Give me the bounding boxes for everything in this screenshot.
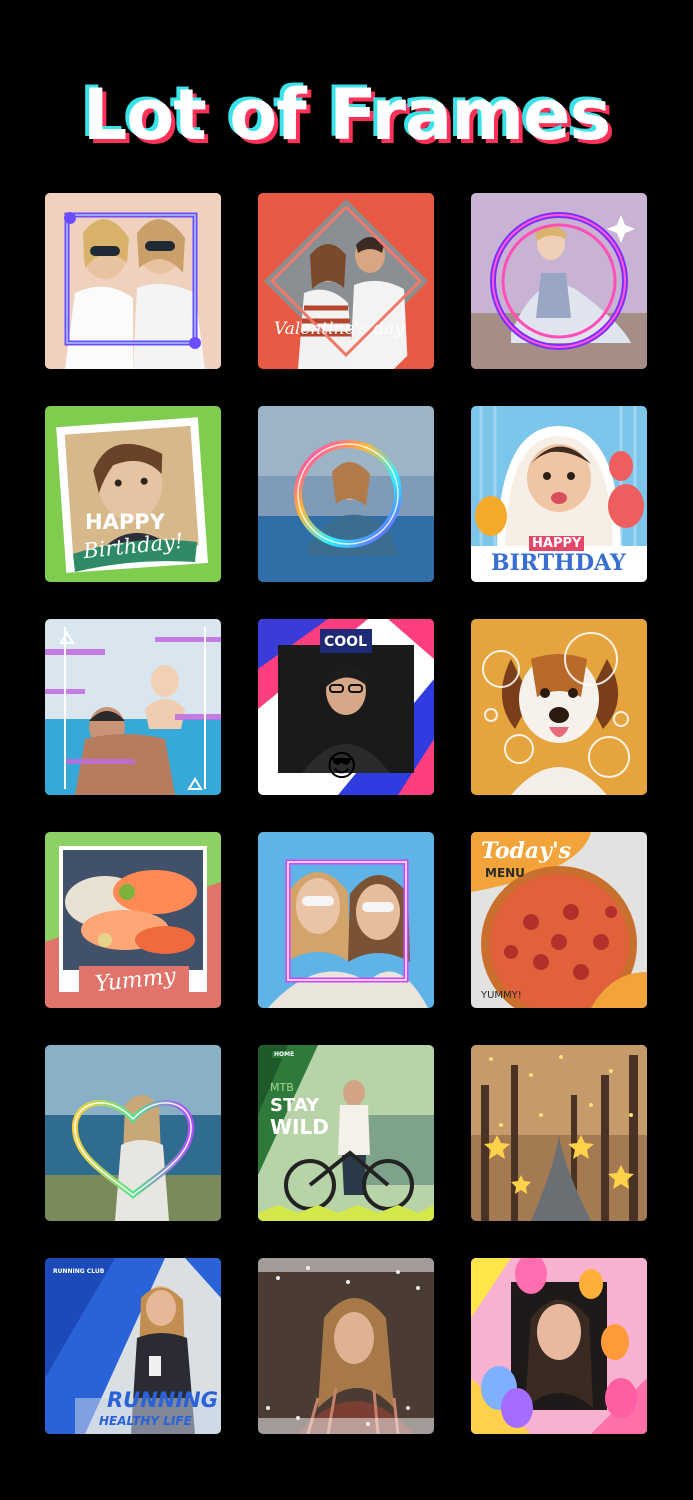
frame-thumb-bubbles[interactable] xyxy=(471,619,647,795)
neon-square-friends-artwork xyxy=(258,832,434,1008)
valentine-artwork xyxy=(258,193,434,369)
frame-thumb-heart-neon[interactable] xyxy=(45,1045,221,1221)
todays-menu-caption-line2: MENU xyxy=(485,866,525,880)
frames-grid: Valentine's day HAPPY Birthday! HAPPY BI… xyxy=(45,193,647,1434)
frame-thumb-glitter[interactable] xyxy=(258,1258,434,1434)
stay-wild-small-caption: HOME xyxy=(272,1051,297,1058)
frame-thumb-square-neon[interactable] xyxy=(45,193,221,369)
frame-thumb-stars-forest[interactable] xyxy=(471,1045,647,1221)
frame-thumb-party-balloons[interactable] xyxy=(471,1258,647,1434)
glitch-pool-artwork xyxy=(45,619,221,795)
stay-wild-caption-line0: MTB xyxy=(270,1081,294,1094)
frame-thumb-ring-glow[interactable] xyxy=(471,193,647,369)
sunglasses-emoji-icon: 😎 xyxy=(326,749,358,784)
running-small-caption: RUNNING CLUB xyxy=(53,1268,105,1275)
stay-wild-caption-line2: WILD xyxy=(270,1115,329,1139)
birthday-caption-line1: HAPPY xyxy=(85,510,165,534)
frame-thumb-yummy[interactable]: Yummy xyxy=(45,832,221,1008)
running-caption-line2: HEALTHY LIFE xyxy=(99,1414,192,1428)
frame-thumb-cool[interactable]: COOL 😎 xyxy=(258,619,434,795)
square-neon-artwork xyxy=(45,193,221,369)
stars-forest-artwork xyxy=(471,1045,647,1221)
bubbles-artwork xyxy=(471,619,647,795)
frame-thumb-neon-circle[interactable] xyxy=(258,406,434,582)
cool-caption: COOL xyxy=(324,634,367,650)
valentine-caption: Valentine's day xyxy=(274,319,404,339)
running-caption-line1: RUNNING xyxy=(107,1388,218,1412)
frame-thumb-running[interactable]: RUNNING CLUB RUNNING HEALTHY LIFE xyxy=(45,1258,221,1434)
todays-menu-caption-line3: YUMMY! xyxy=(481,990,522,1001)
heart-neon-artwork xyxy=(45,1045,221,1221)
frame-thumb-glitch-pool[interactable] xyxy=(45,619,221,795)
frame-thumb-valentine[interactable]: Valentine's day xyxy=(258,193,434,369)
frame-thumb-happy-birthday-green[interactable]: HAPPY Birthday! xyxy=(45,406,221,582)
birthday-balloons-caption-line1: HAPPY xyxy=(529,536,585,551)
ring-glow-artwork xyxy=(471,193,647,369)
frame-thumb-stay-wild[interactable]: HOME MTB STAY WILD xyxy=(258,1045,434,1221)
birthday-balloons-caption-line2: BIRTHDAY xyxy=(491,550,626,576)
party-balloons-artwork xyxy=(471,1258,647,1434)
frame-thumb-todays-menu[interactable]: Today's MENU YUMMY! xyxy=(471,832,647,1008)
glitter-artwork xyxy=(258,1258,434,1434)
frame-thumb-neon-square-friends[interactable] xyxy=(258,832,434,1008)
neon-circle-artwork xyxy=(258,406,434,582)
todays-menu-caption-line1: Today's xyxy=(481,838,572,864)
stay-wild-caption-line1: STAY xyxy=(270,1095,320,1116)
page-title: Lot of Frames xyxy=(82,74,612,156)
frame-thumb-happy-birthday-balloons[interactable]: HAPPY BIRTHDAY xyxy=(471,406,647,582)
